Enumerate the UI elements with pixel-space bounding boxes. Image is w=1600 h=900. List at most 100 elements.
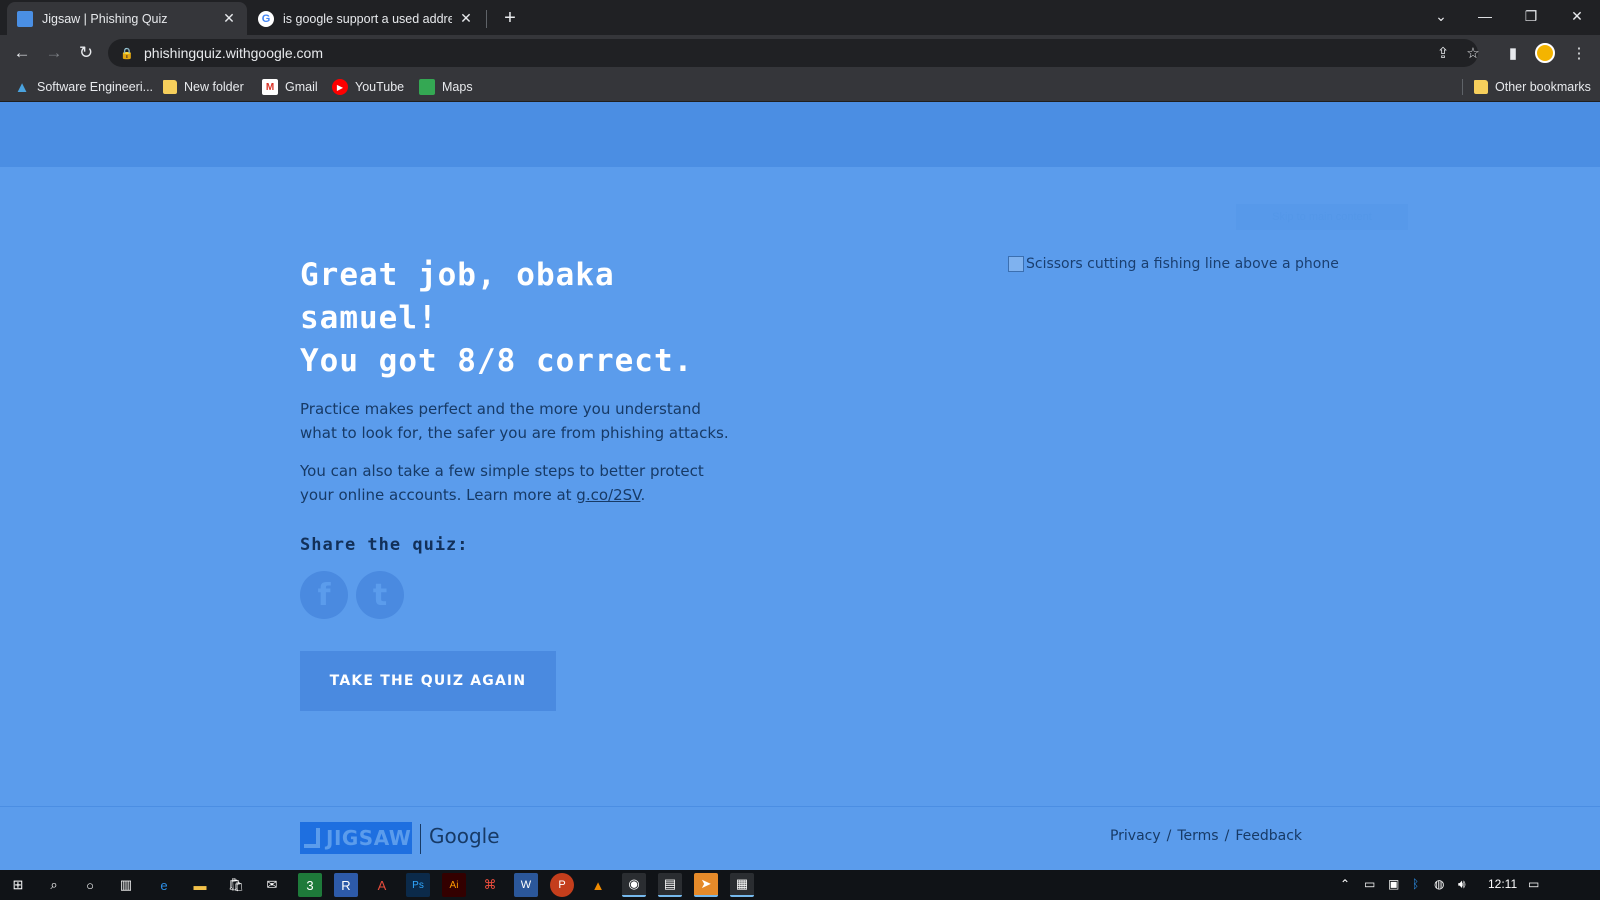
search-icon[interactable]: ⌕: [42, 873, 66, 897]
close-window-button[interactable]: ✕: [1554, 0, 1600, 32]
google-logo[interactable]: Google: [429, 824, 500, 848]
bookmark-youtube[interactable]: ▶ YouTube: [332, 77, 404, 97]
page-content: Skip to main content Great job, obaka sa…: [0, 102, 1600, 870]
share-icon[interactable]: ⇪: [1430, 39, 1456, 67]
clock-time[interactable]: 12:11: [1488, 877, 1517, 891]
acrobat-icon[interactable]: A: [370, 873, 394, 897]
logo-divider: [420, 824, 421, 854]
battery-icon[interactable]: ▭: [1364, 877, 1375, 891]
powerpoint-icon[interactable]: P: [550, 873, 574, 897]
feedback-link[interactable]: Feedback: [1235, 828, 1302, 844]
close-icon[interactable]: ✕: [458, 10, 474, 27]
skip-to-main-link[interactable]: Skip to main content: [1236, 204, 1408, 230]
illustrator-icon[interactable]: Ai: [442, 873, 466, 897]
browser-toolbar: ← → ↻ 🔒 phishingquiz.withgoogle.com ⇪ ☆ …: [0, 35, 1600, 71]
lock-icon[interactable]: 🔒: [120, 46, 134, 60]
terms-link[interactable]: Terms: [1177, 828, 1218, 844]
task-view-icon[interactable]: ▥: [114, 873, 138, 897]
network-globe-icon[interactable]: ◍: [1434, 877, 1444, 891]
photos-icon[interactable]: ▤: [658, 873, 682, 897]
take-quiz-again-button[interactable]: TAKE THE QUIZ AGAIN: [300, 651, 556, 711]
vlc-icon[interactable]: ▲: [586, 873, 610, 897]
bookmark-label: Maps: [442, 80, 473, 94]
volume-icon[interactable]: 🔊︎: [1458, 877, 1466, 892]
url-text: phishingquiz.withgoogle.com: [144, 45, 323, 61]
footer-divider: [0, 806, 1600, 807]
address-bar[interactable]: 🔒 phishingquiz.withgoogle.com: [108, 39, 1478, 67]
footer-links: Privacy / Terms / Feedback: [1110, 828, 1302, 844]
privacy-link[interactable]: Privacy: [1110, 828, 1161, 844]
bookmark-label: YouTube: [355, 80, 405, 94]
tab-jigsaw-phishing-quiz[interactable]: Jigsaw | Phishing Quiz ✕: [7, 2, 247, 35]
app-green-icon[interactable]: 3: [298, 873, 322, 897]
tab-google-search[interactable]: G is google support a used addre ✕: [248, 2, 484, 35]
cortana-icon[interactable]: ○: [78, 873, 102, 897]
jigsaw-logo-text: JIGSAW: [326, 826, 412, 850]
protect-paragraph: You can also take a few simple steps to …: [300, 459, 740, 507]
bookmark-label: Software Engineeri...: [37, 80, 154, 94]
chrome-icon[interactable]: ◉: [622, 873, 646, 897]
twitter-share-icon[interactable]: t: [356, 571, 404, 619]
bookmarks-divider: [1462, 79, 1463, 95]
image-alt-text: Scissors cutting a fishing line above a …: [1026, 256, 1339, 272]
close-icon[interactable]: ✕: [221, 10, 237, 27]
jigsaw-logo[interactable]: JIGSAW: [300, 822, 412, 854]
headline-line-1: Great job, obaka: [300, 257, 615, 293]
back-arrow-icon[interactable]: ←: [8, 39, 36, 67]
broken-image-icon: [1008, 256, 1024, 272]
bluetooth-icon[interactable]: ᛒ: [1412, 877, 1419, 891]
notepad-icon[interactable]: ▦: [730, 873, 754, 897]
bookmark-new-folder[interactable]: New folder: [163, 77, 244, 97]
store-icon[interactable]: 🛍: [224, 873, 248, 897]
youtube-icon: ▶: [332, 79, 348, 95]
tab-title: is google support a used addre: [283, 11, 452, 26]
headline-score: You got 8/8 correct.: [300, 343, 694, 379]
bookmark-software-engineering[interactable]: ▲ Software Engineeri...: [14, 77, 153, 97]
tab-divider: [486, 10, 487, 28]
photoshop-icon[interactable]: Ps: [406, 873, 430, 897]
jigsaw-favicon-icon: [17, 10, 33, 27]
word-icon[interactable]: W: [514, 873, 538, 897]
profile-avatar[interactable]: [1535, 43, 1555, 63]
star-bookmark-icon[interactable]: ☆: [1460, 39, 1486, 67]
mail-icon[interactable]: ✉: [260, 873, 284, 897]
chevron-up-icon[interactable]: ⌃: [1340, 877, 1350, 891]
minimize-button[interactable]: —: [1462, 0, 1508, 32]
google-favicon-icon: G: [258, 10, 274, 27]
share-buttons: f t: [300, 571, 740, 619]
device-icon[interactable]: ▣: [1388, 877, 1399, 891]
pdf-reader-icon[interactable]: ⌘: [478, 873, 502, 897]
side-panel-icon[interactable]: ▮: [1500, 39, 1526, 67]
edge-icon[interactable]: e: [152, 873, 176, 897]
bookmark-gmail[interactable]: M Gmail: [262, 77, 318, 97]
notifications-icon[interactable]: ▭: [1528, 877, 1539, 891]
share-label: Share the quiz:: [300, 535, 469, 555]
footer-separator: /: [1166, 828, 1172, 844]
tab-strip: Jigsaw | Phishing Quiz ✕ G is google sup…: [0, 0, 1600, 35]
bookmark-maps[interactable]: Maps: [419, 77, 473, 97]
facebook-share-icon[interactable]: f: [300, 571, 348, 619]
results-headline: Great job, obaka samuel! You got 8/8 cor…: [300, 254, 740, 383]
protect-suffix: .: [640, 486, 646, 504]
telegram-icon[interactable]: ➤: [694, 873, 718, 897]
reload-icon[interactable]: ↻: [72, 39, 100, 67]
file-explorer-icon[interactable]: ▬: [188, 873, 212, 897]
tab-title: Jigsaw | Phishing Quiz: [42, 11, 168, 26]
new-tab-button[interactable]: +: [498, 6, 522, 30]
forward-arrow-icon[interactable]: →: [40, 39, 68, 67]
kebab-menu-icon[interactable]: ⋮: [1566, 39, 1592, 67]
bookmark-label: Gmail: [285, 80, 318, 94]
r-app-icon[interactable]: R: [334, 873, 358, 897]
bookmarks-bar: ▲ Software Engineeri... New folder M Gma…: [0, 71, 1600, 102]
bookmark-label: Other bookmarks: [1495, 80, 1591, 94]
jigsaw-mark-icon: [304, 828, 320, 848]
footer-separator: /: [1224, 828, 1230, 844]
results-image: Scissors cutting a fishing line above a …: [1008, 256, 1339, 272]
practice-paragraph: Practice makes perfect and the more you …: [300, 400, 729, 442]
bookmark-other-bookmarks[interactable]: Other bookmarks: [1474, 77, 1591, 97]
restore-button[interactable]: ❐: [1508, 0, 1554, 32]
page-header: [0, 102, 1600, 167]
learn-more-link[interactable]: g.co/2SV: [576, 486, 640, 504]
tab-search-chevron-down-icon[interactable]: ⌄: [1418, 0, 1464, 32]
windows-start-icon[interactable]: ⊞: [6, 873, 30, 897]
